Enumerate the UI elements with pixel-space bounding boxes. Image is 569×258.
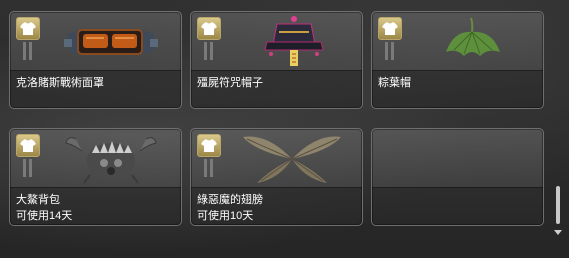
tactical-mask-icon (64, 29, 158, 55)
slot-stem-icon (22, 159, 34, 177)
item-card-green-devil-wings[interactable]: 綠惡魔的翅膀 可使用10天 (190, 128, 363, 226)
item-preview (191, 12, 362, 70)
slot-stem-icon (203, 159, 215, 177)
crab-backpack-icon (65, 137, 157, 184)
slot-stem-icon (203, 42, 215, 60)
item-preview (191, 129, 362, 187)
shirt-icon (197, 17, 221, 40)
shirt-icon (378, 17, 402, 40)
item-card-empty[interactable] (371, 128, 544, 226)
shirt-icon (16, 134, 40, 157)
zombie-talisman-hat-icon (264, 16, 324, 66)
item-preview (10, 12, 181, 70)
item-preview (372, 129, 543, 187)
item-name: 粽葉帽 (378, 77, 411, 89)
item-name: 綠惡魔的翅膀 (197, 194, 263, 206)
item-name: 克洛賭斯戰術面罩 (16, 77, 104, 89)
item-preview (372, 12, 543, 70)
scrollbar[interactable] (552, 0, 564, 258)
shirt-icon (16, 17, 40, 40)
scrollbar-thumb[interactable] (556, 186, 560, 224)
shirt-icon (197, 134, 221, 157)
item-preview (10, 129, 181, 187)
slot-stem-icon (384, 42, 396, 60)
leaf-hat-icon (446, 17, 500, 56)
item-name: 殭屍符咒帽子 (197, 77, 263, 89)
slot-stem-icon (22, 42, 34, 60)
item-duration: 可使用14天 (16, 210, 73, 222)
item-info (372, 187, 543, 225)
item-card-zombie-hat[interactable]: 殭屍符咒帽子 (190, 11, 363, 109)
item-card-tactical-mask[interactable]: 克洛賭斯戰術面罩 (9, 11, 182, 109)
item-card-crab-backpack[interactable]: 大鰲背包 可使用14天 (9, 128, 182, 226)
scroll-down-arrow-icon[interactable] (554, 230, 562, 235)
item-card-leaf-hat[interactable]: 粽葉帽 (371, 11, 544, 109)
green-devil-wings-icon (243, 136, 341, 183)
item-name: 大鰲背包 (16, 194, 60, 206)
item-duration: 可使用10天 (197, 210, 254, 222)
